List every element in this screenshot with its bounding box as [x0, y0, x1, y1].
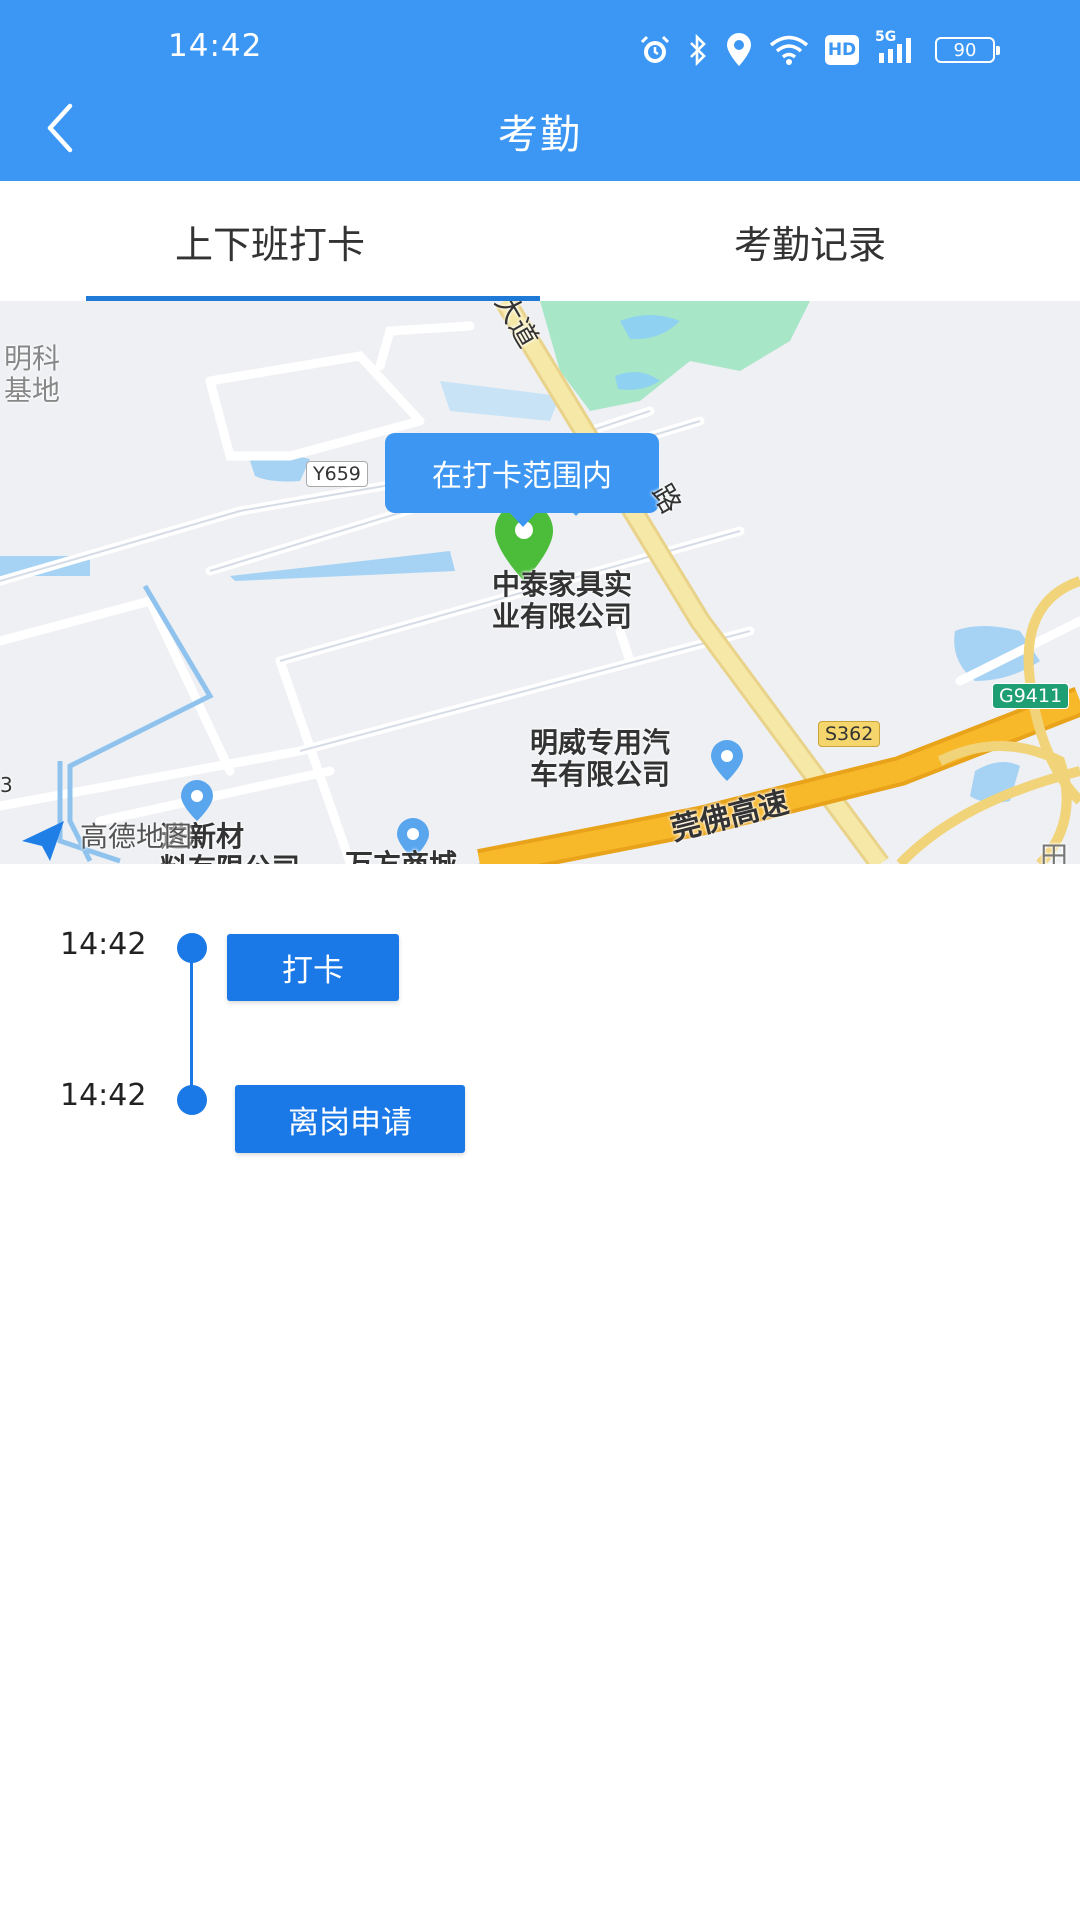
alarm-icon	[640, 35, 670, 63]
wifi-icon	[769, 35, 809, 65]
app-header: 14:42 HD 5G 90 考勤	[0, 0, 1080, 181]
map-label-mingke: 明科 基地	[4, 342, 61, 407]
map-view[interactable]: 在打卡范围内 明科 基地 中泰家具实 业有限公司 明威专用汽 车有限公司 进新材…	[0, 301, 1080, 864]
road-shield-g9411: G9411	[992, 683, 1070, 709]
range-status-bubble: 在打卡范围内	[385, 433, 659, 527]
timeline-time-1: 14:42	[60, 927, 147, 962]
tab-attendance-records[interactable]: 考勤记录	[540, 181, 1080, 301]
leave-post-request-button[interactable]: 离岗申请	[235, 1085, 465, 1153]
map-watermark: 高德地图	[80, 820, 193, 853]
status-icons: HD 5G 90	[639, 29, 1000, 70]
hd-icon: HD	[825, 35, 859, 65]
tab-clock-in[interactable]: 上下班打卡	[0, 181, 540, 301]
page-title: 考勤	[498, 112, 582, 158]
road-shield-y659: Y659	[306, 461, 368, 487]
timeline-dot-2	[177, 1085, 207, 1115]
map-label-edge-right: 田	[1040, 840, 1069, 865]
clock-in-button[interactable]: 打卡	[227, 934, 399, 1001]
road-shield-s362: S362	[818, 721, 881, 747]
map-label-mingwei: 明威专用汽 车有限公司	[530, 726, 671, 791]
tab-bar: 上下班打卡 考勤记录	[0, 181, 1080, 301]
location-icon	[727, 33, 751, 66]
timeline-time-2: 14:42	[60, 1078, 147, 1113]
signal-icon: 5G	[875, 29, 919, 65]
map-label-wanfang: 万方商城	[345, 849, 457, 865]
battery-level: 90	[953, 39, 977, 61]
status-time: 14:42	[168, 28, 263, 64]
map-label-zhongtai: 中泰家具实 业有限公司	[492, 568, 633, 633]
battery-icon: 90	[935, 37, 1000, 63]
timeline-connector	[190, 950, 193, 1102]
bluetooth-icon	[690, 34, 706, 66]
map-label-edge-left: 3	[0, 773, 13, 797]
